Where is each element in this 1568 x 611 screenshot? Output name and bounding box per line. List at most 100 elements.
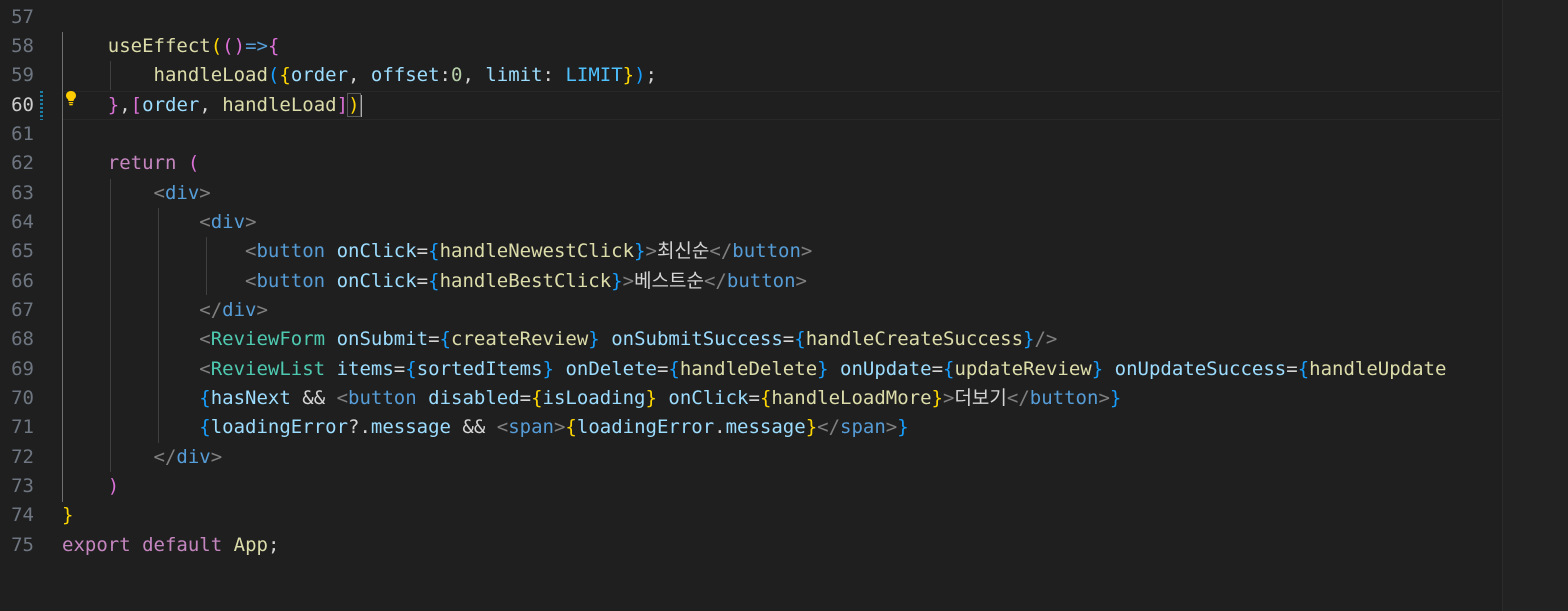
code-token: onSubmit <box>336 328 429 350</box>
code-token: ) <box>634 64 646 86</box>
code-token: { <box>199 416 211 438</box>
code-token: = <box>782 328 795 350</box>
code-token: </ <box>1006 387 1030 409</box>
code-token: 베스트순 <box>634 270 704 292</box>
code-line: </div> <box>62 443 223 472</box>
code-token: button <box>1029 387 1099 409</box>
modified-line-indicator[interactable] <box>40 91 43 120</box>
code-token: > <box>553 416 566 438</box>
code-line: return ( <box>62 149 200 178</box>
code-line: export default App; <box>62 531 279 560</box>
code-area[interactable]: useEffect(()=>{ handleLoad({order, offse… <box>62 0 1502 611</box>
code-token: div <box>164 182 200 204</box>
code-token: = <box>428 328 440 350</box>
code-line: </div> <box>62 296 268 325</box>
line-number: 71 <box>11 416 34 438</box>
line-number: 66 <box>11 270 34 292</box>
code-token: 0 <box>451 64 463 86</box>
code-token: /> <box>1034 328 1058 350</box>
code-token: { <box>439 328 451 350</box>
code-token: message <box>725 416 806 438</box>
code-token: items <box>336 358 394 380</box>
code-token: , <box>462 64 486 86</box>
code-editor[interactable]: 57 58 59 60 61 62 63 64 65 66 67 68 69 7… <box>0 0 1568 611</box>
code-token: loadingError <box>576 416 715 438</box>
minimap[interactable] <box>1502 0 1568 611</box>
line-number-gutter[interactable]: 57 58 59 60 61 62 63 64 65 66 67 68 69 7… <box>0 0 60 611</box>
code-token: { <box>428 240 440 262</box>
code-token: } <box>611 270 623 292</box>
code-token: = <box>416 240 429 262</box>
code-token: ReviewForm <box>210 328 326 350</box>
code-token: div <box>222 299 257 321</box>
code-token: > <box>256 299 268 321</box>
code-token: = <box>931 358 944 380</box>
code-token: } <box>634 240 646 262</box>
code-token: { <box>405 358 417 380</box>
code-token: onClick <box>668 387 749 409</box>
code-token: onClick <box>336 270 417 292</box>
code-token: handleCreateSuccess <box>805 328 1024 350</box>
code-token: && <box>450 416 497 438</box>
code-token: sortedItems <box>416 358 543 380</box>
code-token: : <box>439 64 451 86</box>
code-token: { <box>1297 358 1310 380</box>
code-line: {loadingError?.message && <span>{loading… <box>62 413 908 442</box>
code-token: && <box>290 387 337 409</box>
code-token: App <box>233 534 268 556</box>
code-token: > <box>245 211 257 233</box>
line-number: 68 <box>11 328 34 350</box>
code-token: < <box>336 387 349 409</box>
line-number: 65 <box>11 240 34 262</box>
line-number: 72 <box>11 446 34 468</box>
code-token: handleDelete <box>679 358 818 380</box>
code-token: onClick <box>336 240 417 262</box>
code-token: < <box>199 211 211 233</box>
code-token: } <box>817 358 829 380</box>
code-token: < <box>199 328 211 350</box>
line-number: 61 <box>11 123 34 145</box>
code-token: onSubmitSuccess <box>611 328 783 350</box>
code-token: button <box>726 270 796 292</box>
code-line: handleLoad({order, offset:0, limit: LIMI… <box>62 61 657 90</box>
code-token: < <box>245 240 257 262</box>
code-token: handleNewestClick <box>439 240 635 262</box>
code-token: => <box>245 35 268 57</box>
code-token: } <box>588 328 600 350</box>
line-number: 63 <box>11 182 34 204</box>
code-token: isLoading <box>542 387 646 409</box>
code-token: LIMIT <box>565 64 623 86</box>
line-number: 75 <box>11 534 34 556</box>
code-line: <button onClick={handleBestClick}>베스트순</… <box>62 267 807 296</box>
code-line: useEffect(()=>{ <box>62 32 280 61</box>
code-token: > <box>645 240 657 262</box>
code-token: button <box>348 387 417 409</box>
code-token: { <box>565 416 577 438</box>
code-token: ] <box>336 94 349 116</box>
code-token: { <box>279 64 291 86</box>
code-token: ( <box>267 64 280 86</box>
line-number: 57 <box>11 6 34 28</box>
code-token: < <box>153 182 165 204</box>
code-token: 더보기 <box>954 387 1007 409</box>
code-token: hasNext <box>210 387 291 409</box>
code-token: } <box>1109 387 1122 409</box>
code-token: </ <box>709 240 733 262</box>
code-token: span <box>840 416 886 438</box>
code-token: updateReview <box>954 358 1092 380</box>
code-token: </ <box>817 416 841 438</box>
